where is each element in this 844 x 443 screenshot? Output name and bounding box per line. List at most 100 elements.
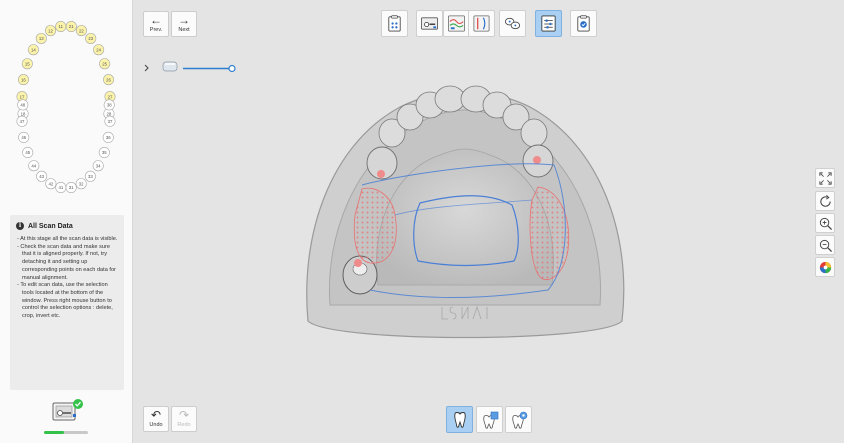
tooth-42[interactable]: 42 xyxy=(45,178,57,190)
transparency-slider[interactable] xyxy=(143,60,239,76)
color-wheel-icon xyxy=(819,261,831,273)
svg-text:22: 22 xyxy=(79,28,84,33)
scan-data-icon xyxy=(388,15,401,32)
zoom-in-button[interactable] xyxy=(815,213,835,233)
svg-text:26: 26 xyxy=(106,77,111,82)
svg-text:33: 33 xyxy=(88,174,93,179)
app-window: 18 17 16 15 14 13 12 11 21 22 23 24 25 26 27 28 48 47 46 45… xyxy=(0,0,844,443)
tooth-settings-button[interactable] xyxy=(505,406,532,433)
svg-text:47: 47 xyxy=(20,119,25,124)
svg-text:13: 13 xyxy=(39,36,44,41)
tooth-33[interactable]: 33 xyxy=(84,170,96,182)
rotate-button[interactable] xyxy=(815,191,835,211)
svg-text:41: 41 xyxy=(58,185,63,190)
svg-text:37: 37 xyxy=(108,119,113,124)
prev-button[interactable]: ← Prev. xyxy=(143,11,169,37)
tooth-11[interactable]: 11 xyxy=(55,21,67,33)
color-map-button[interactable] xyxy=(815,257,835,277)
tooth-21[interactable]: 21 xyxy=(65,21,77,33)
link-button[interactable] xyxy=(499,10,526,37)
compare-data-icon xyxy=(473,15,490,32)
tooth-37[interactable]: 37 xyxy=(104,115,116,127)
svg-text:42: 42 xyxy=(48,181,53,186)
tooth-45[interactable]: 45 xyxy=(22,146,34,158)
svg-text:12: 12 xyxy=(48,28,53,33)
tooth-48[interactable]: 48 xyxy=(17,99,29,111)
tooth-43[interactable]: 43 xyxy=(36,170,48,182)
undo-button[interactable]: ↶ Undo xyxy=(143,406,169,432)
svg-text:11: 11 xyxy=(59,24,64,29)
tooth-34[interactable]: 34 xyxy=(92,160,104,172)
next-button[interactable]: → Next xyxy=(171,11,197,37)
jaw-thumbnail-icon xyxy=(162,61,178,72)
slider-thumb[interactable] xyxy=(228,64,236,73)
info-header: i All Scan Data xyxy=(10,215,124,236)
tooth-38[interactable]: 38 xyxy=(103,99,115,111)
tooth-23[interactable]: 23 xyxy=(85,32,97,44)
tooth-12[interactable]: 12 xyxy=(45,25,57,37)
sliders-button[interactable] xyxy=(535,10,562,37)
detach-data-icon xyxy=(420,17,439,30)
tooth-24[interactable]: 24 xyxy=(93,44,105,56)
svg-text:35: 35 xyxy=(102,150,107,155)
tooth-26[interactable]: 26 xyxy=(103,74,115,86)
tooth-46[interactable]: 46 xyxy=(18,131,30,143)
maxillary-scan-model xyxy=(306,85,625,339)
tooth-41[interactable]: 41 xyxy=(55,182,67,194)
tooth-47[interactable]: 47 xyxy=(16,115,28,127)
tooth-32[interactable]: 32 xyxy=(75,178,87,190)
tooth-view-button[interactable] xyxy=(446,406,473,433)
svg-text:48: 48 xyxy=(20,103,25,108)
svg-text:24: 24 xyxy=(96,47,101,52)
scan-viewport[interactable] xyxy=(300,85,630,347)
complete-button[interactable] xyxy=(570,10,597,37)
zoom-out-button[interactable] xyxy=(815,235,835,255)
svg-text:43: 43 xyxy=(39,174,44,179)
info-icon: i xyxy=(16,222,24,230)
svg-text:27: 27 xyxy=(108,94,113,99)
svg-text:31: 31 xyxy=(69,185,74,190)
tooth-chart: 18 17 16 15 14 13 12 11 21 22 23 24 25 26 27 28 48 47 46 45… xyxy=(16,21,116,194)
redo-icon: ↷ xyxy=(178,408,190,422)
svg-text:45: 45 xyxy=(25,150,30,155)
tooth-36[interactable]: 36 xyxy=(102,131,114,143)
svg-text:28: 28 xyxy=(107,111,112,116)
zoom-out-icon xyxy=(819,239,832,252)
svg-text:16: 16 xyxy=(21,77,26,82)
progress-fill xyxy=(44,431,64,434)
tooth-44[interactable]: 44 xyxy=(28,160,40,172)
info-list: - At this stage all the scan data is vis… xyxy=(10,236,124,321)
arrow-left-icon: ← xyxy=(150,13,162,27)
svg-text:18: 18 xyxy=(21,111,26,116)
detach-data-button[interactable] xyxy=(416,10,443,37)
tooth-selection-icon xyxy=(482,411,498,429)
expand-arrow-icon[interactable] xyxy=(144,64,149,72)
tooth-selection-button[interactable] xyxy=(476,406,503,433)
svg-text:14: 14 xyxy=(31,47,36,52)
tooth-35[interactable]: 35 xyxy=(98,146,110,158)
align-data-icon xyxy=(448,15,465,32)
tooth-31[interactable]: 31 xyxy=(65,182,77,194)
svg-text:25: 25 xyxy=(102,61,107,66)
info-item: - At this stage all the scan data is vis… xyxy=(17,236,118,242)
tooth-25[interactable]: 25 xyxy=(99,58,111,70)
tooth-settings-icon xyxy=(511,411,527,429)
tooth-22[interactable]: 22 xyxy=(75,25,87,37)
align-data-button[interactable] xyxy=(443,10,470,37)
tooth-15[interactable]: 15 xyxy=(21,58,33,70)
scanner-device-icon xyxy=(52,399,83,421)
rotate-icon xyxy=(819,194,831,207)
scan-data-button[interactable] xyxy=(381,10,408,37)
tooth-14[interactable]: 14 xyxy=(27,44,39,56)
tooth-13[interactable]: 13 xyxy=(35,32,47,44)
redo-button[interactable]: ↷ Redo xyxy=(171,406,197,432)
info-item: - Check the scan data and make sure that… xyxy=(17,243,116,281)
fit-to-screen-button[interactable] xyxy=(815,168,835,188)
sidebar: 18 17 16 15 14 13 12 11 21 22 23 24 25 26 27 28 48 47 46 45… xyxy=(0,0,133,443)
info-panel: i All Scan Data - At this stage all the … xyxy=(10,215,124,390)
compare-data-button[interactable] xyxy=(468,10,495,37)
undo-icon: ↶ xyxy=(150,408,162,422)
svg-text:17: 17 xyxy=(20,94,25,99)
svg-text:46: 46 xyxy=(21,135,26,140)
tooth-16[interactable]: 16 xyxy=(17,74,29,86)
